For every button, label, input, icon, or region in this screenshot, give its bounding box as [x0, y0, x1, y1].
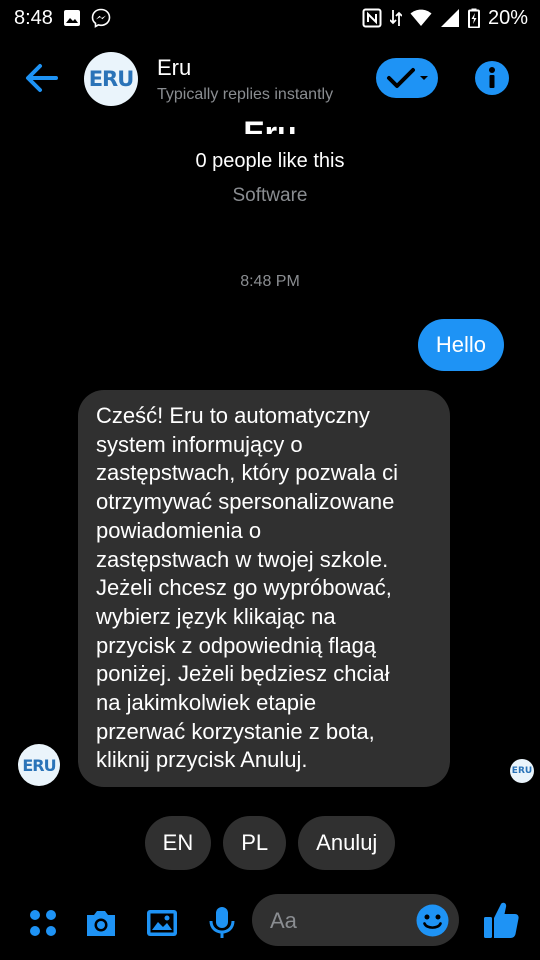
header-subtitle: Typically replies instantly [157, 86, 334, 103]
info-icon[interactable] [474, 60, 510, 96]
menu-dots-icon[interactable] [26, 906, 60, 940]
microphone-icon[interactable] [205, 906, 239, 940]
image-icon[interactable] [145, 906, 179, 940]
message-input-placeholder: Aa [270, 908, 297, 933]
quick-reply-en[interactable]: EN [144, 816, 212, 870]
outgoing-message-bubble[interactable]: Hello [417, 319, 504, 371]
checkmark-dropdown-button[interactable] [376, 58, 438, 98]
incoming-message-bubble[interactable]: Cześć! Eru to automatyczny system inform… [78, 390, 450, 788]
message-timestamp: 8:48 PM [240, 273, 300, 290]
header-avatar[interactable]: ERU [84, 52, 138, 106]
checkmark-icon [387, 68, 428, 88]
page-name: Eru [243, 115, 297, 134]
gallery-notification-icon [63, 10, 80, 26]
thumbs-up-icon[interactable] [482, 900, 520, 940]
back-arrow-icon[interactable] [20, 58, 64, 98]
page-likes: 0 people like this [195, 150, 345, 172]
nfc-icon [362, 8, 382, 28]
quick-reply-cancel[interactable]: Anuluj [298, 816, 396, 870]
message-input[interactable]: Aa [252, 894, 459, 946]
header-title[interactable]: Eru [157, 55, 191, 81]
battery-icon [467, 8, 480, 28]
cell-signal-icon [440, 9, 459, 27]
status-time: 8:48 [14, 6, 53, 29]
status-bar: 8:48 20% [0, 0, 540, 36]
message-composer: Aa [0, 892, 540, 952]
quick-replies: EN PL Anuluj [0, 816, 540, 870]
bot-avatar[interactable]: ERU [18, 744, 60, 786]
data-transfer-icon [389, 10, 402, 26]
wifi-icon [410, 9, 432, 26]
battery-percent: 20% [487, 6, 528, 29]
emoji-icon[interactable] [416, 904, 449, 937]
read-receipt-avatar: ERU [510, 759, 534, 783]
camera-icon[interactable] [84, 906, 118, 940]
page-category: Software [232, 185, 308, 206]
messenger-notification-icon [91, 8, 111, 28]
quick-reply-pl[interactable]: PL [223, 816, 287, 870]
